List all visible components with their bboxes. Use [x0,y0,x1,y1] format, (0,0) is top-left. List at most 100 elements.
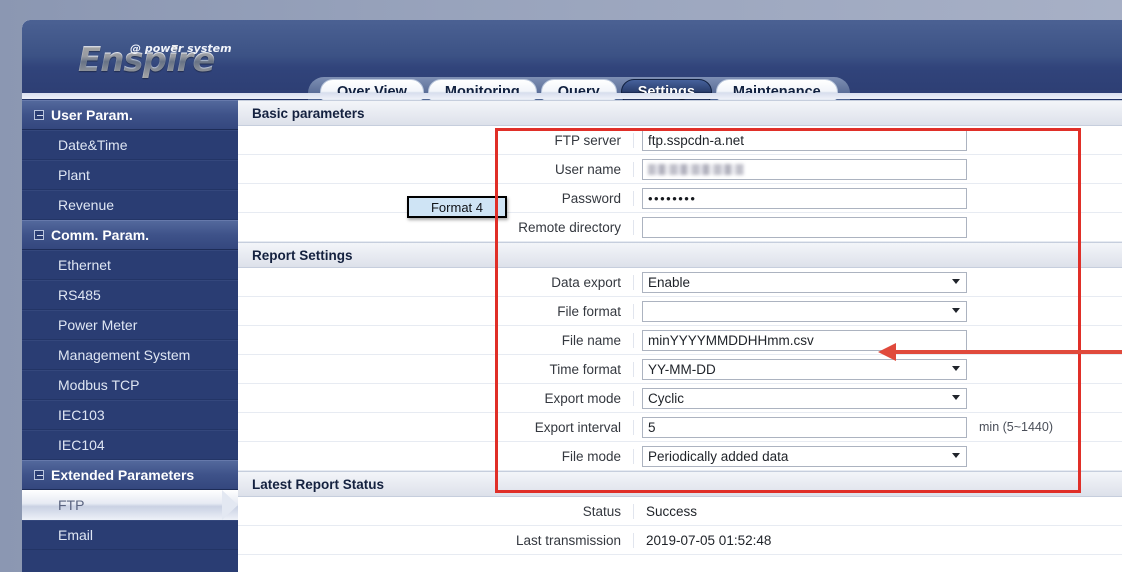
enspire-logo: @ power system Enspire [78,42,278,86]
form-row-remote-directory: Remote directory [238,213,1122,242]
main-content: Basic parametersFTP serverftp.sspcdn-a.n… [238,100,1122,572]
form-row-status: Status Success [238,497,1122,526]
sidebar-item-label: Ethernet [58,257,111,273]
form-row-data-export: Data export Enable [238,268,1122,297]
sidebar-group-user-param[interactable]: User Param. [22,100,238,130]
select-time-format[interactable]: YY-MM-DD [642,359,967,380]
sidebar-item-date-time[interactable]: Date&Time [22,130,238,160]
sidebar-item-iec103[interactable]: IEC103 [22,400,238,430]
field-unit-export-interval: min (5~1440) [979,420,1053,434]
field-control-remote-directory [634,217,1122,238]
body-row: User Param. Date&Time Plant Revenue Comm. Pa… [22,100,1122,572]
form-row-ftp-server: FTP server ftp.sspcdn-a.net [238,126,1122,155]
field-control-export-mode: Cyclic [634,388,1122,409]
input-ftp-server[interactable]: ftp.sspcdn-a.net [642,130,967,151]
select-value-data-export: Enable [648,275,690,290]
form-row-file-mode: File mode Periodically added data [238,442,1122,471]
field-control-password: •••••••• [634,188,1122,209]
field-control-ftp-server: ftp.sspcdn-a.net [634,130,1122,151]
sidebar-navigation: User Param. Date&Time Plant Revenue Comm. Pa… [22,100,238,572]
logo-subtitle: @ power system [130,42,232,55]
chevron-down-icon[interactable] [952,453,960,458]
field-label-ftp-server: FTP server [238,133,634,148]
chevron-down-icon[interactable] [952,279,960,284]
sidebar-group-label: User Param. [51,107,133,123]
chevron-down-icon[interactable] [952,366,960,371]
form-row-file-format: File format [238,297,1122,326]
application-window: @ power system Enspire Over ViewMonitori… [22,20,1122,572]
field-control-file-format [634,301,1122,322]
input-file-name[interactable]: minYYYYMMDDHHmm.csv [642,330,967,351]
sidebar-item-management-system[interactable]: Management System [22,340,238,370]
form-row-export-interval: Export interval 5 min (5~1440) [238,413,1122,442]
form-row-export-mode: Export mode Cyclic [238,384,1122,413]
sidebar-group-label: Extended Parameters [51,467,194,483]
sidebar-item-label: Revenue [58,197,114,213]
sidebar-item-email[interactable]: Email [22,520,238,550]
select-data-export[interactable]: Enable [642,272,967,293]
collapse-minus-icon[interactable] [34,230,44,240]
input-remote-directory[interactable] [642,217,967,238]
file-format-selected-option-popup[interactable]: Format 4 [407,196,507,218]
page-background: @ power system Enspire Over ViewMonitori… [0,0,1122,572]
field-control-file-mode: Periodically added data [634,446,1122,467]
sidebar-item-rs485[interactable]: RS485 [22,280,238,310]
field-control-status: Success [634,504,1122,519]
sidebar-item-modbus-tcp[interactable]: Modbus TCP [22,370,238,400]
field-label-data-export: Data export [238,275,634,290]
redacted-username-value [648,164,744,175]
sidebar-item-label: IEC103 [58,407,105,423]
select-export-mode[interactable]: Cyclic [642,388,967,409]
sidebar-item-iec104[interactable]: IEC104 [22,430,238,460]
input-password[interactable]: •••••••• [642,188,967,209]
field-control-last-transmission: 2019-07-05 01:52:48 [634,533,1122,548]
collapse-minus-icon[interactable] [34,110,44,120]
sidebar-item-ftp[interactable]: FTP [22,490,238,520]
sidebar-item-label: Plant [58,167,90,183]
sidebar-item-label: FTP [58,497,84,513]
field-label-export-interval: Export interval [238,420,634,435]
sidebar-item-revenue[interactable]: Revenue [22,190,238,220]
select-value-time-format: YY-MM-DD [648,362,716,377]
field-label-remote-directory: Remote directory [238,220,634,235]
form-row-password: Password•••••••• [238,184,1122,213]
sidebar-item-label: RS485 [58,287,101,303]
select-value-file-mode: Periodically added data [648,449,788,464]
section-header-latest-report-status: Latest Report Status [238,471,1122,497]
form-row-last-transmission: Last transmission 2019-07-05 01:52:48 [238,526,1122,555]
sidebar-group-extended-parameters[interactable]: Extended Parameters [22,460,238,490]
sidebar-group-comm-param[interactable]: Comm. Param. [22,220,238,250]
annotation-arrow-line [893,350,1122,354]
sidebar-item-label: IEC104 [58,437,105,453]
chevron-down-icon[interactable] [952,308,960,313]
field-label-file-name: File name [238,333,634,348]
select-file-format[interactable] [642,301,967,322]
input-export-interval[interactable]: 5 [642,417,967,438]
sidebar-group-label: Comm. Param. [51,227,149,243]
input-value-password: •••••••• [648,191,696,206]
form-row-user-name: User name [238,155,1122,184]
sidebar-item-power-meter[interactable]: Power Meter [22,310,238,340]
field-label-export-mode: Export mode [238,391,634,406]
section-header-report-settings: Report Settings [238,242,1122,268]
select-file-mode[interactable]: Periodically added data [642,446,967,467]
sidebar-item-label: Management System [58,347,190,363]
static-value-status: Success [642,504,697,519]
sidebar-item-ethernet[interactable]: Ethernet [22,250,238,280]
select-value-export-mode: Cyclic [648,391,684,406]
annotation-arrow-head [878,343,896,361]
field-label-time-format: Time format [238,362,634,377]
field-label-file-mode: File mode [238,449,634,464]
field-label-last-transmission: Last transmission [238,533,634,548]
input-user-name[interactable] [642,159,967,180]
sidebar-item-plant[interactable]: Plant [22,160,238,190]
field-label-file-format: File format [238,304,634,319]
field-label-status: Status [238,504,634,519]
field-label-user-name: User name [238,162,634,177]
collapse-minus-icon[interactable] [34,470,44,480]
sidebar-item-label: Date&Time [58,137,128,153]
header-bottom-rule [22,93,1122,99]
static-value-last-transmission: 2019-07-05 01:52:48 [642,533,771,548]
chevron-down-icon[interactable] [952,395,960,400]
sidebar-item-label: Power Meter [58,317,137,333]
